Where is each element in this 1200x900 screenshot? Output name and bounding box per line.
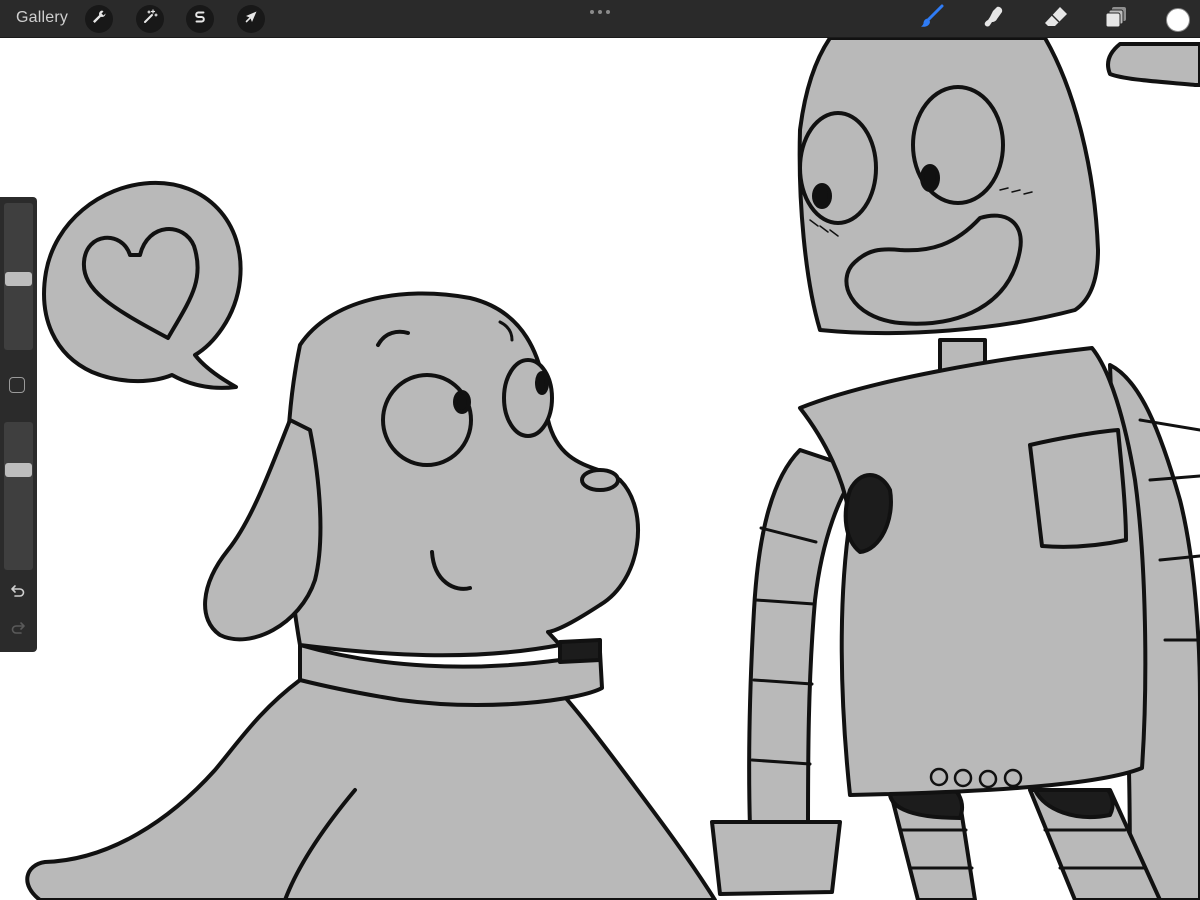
modifier-button[interactable]: [9, 377, 25, 393]
brush-size-slider-thumb[interactable]: [5, 272, 32, 286]
dog-body: [25, 668, 717, 900]
drawing-canvas[interactable]: [0, 38, 1200, 900]
undo-button[interactable]: [8, 584, 28, 602]
dog-left-eye: [381, 373, 473, 467]
layers-button[interactable]: [1102, 5, 1132, 33]
selection-s-icon: [192, 9, 208, 30]
toolbar-grip-icon[interactable]: [588, 4, 612, 22]
dog-right-eye: [502, 358, 554, 438]
smudge-tool-button[interactable]: [979, 5, 1009, 33]
redo-button[interactable]: [8, 621, 28, 639]
color-swatch-button[interactable]: [1166, 8, 1190, 32]
adjustments-button[interactable]: [136, 5, 164, 33]
transform-button[interactable]: [237, 5, 265, 33]
dog-ear: [203, 418, 323, 642]
left-sidebar: [0, 197, 37, 652]
layers-icon: [1104, 4, 1130, 35]
magic-wand-icon: [142, 8, 158, 30]
brush-tool-button[interactable]: [917, 4, 947, 35]
top-toolbar: Gallery: [0, 0, 1200, 38]
smudge-finger-icon: [981, 4, 1007, 35]
dog-nose: [580, 468, 620, 492]
selection-button[interactable]: [186, 5, 214, 33]
redo-icon: [10, 621, 26, 640]
opacity-slider[interactable]: [4, 422, 33, 570]
eraser-tool-button[interactable]: [1041, 5, 1071, 33]
robot-left-hand: [710, 820, 842, 896]
robot-body: [798, 346, 1148, 797]
wrench-icon: [91, 9, 107, 30]
eraser-icon: [1043, 4, 1069, 35]
brush-size-slider[interactable]: [4, 203, 33, 350]
partial-heart-shape: [1106, 42, 1200, 87]
undo-icon: [10, 584, 26, 603]
gallery-button[interactable]: Gallery: [16, 9, 68, 27]
brush-icon: [919, 4, 945, 35]
opacity-slider-thumb[interactable]: [5, 463, 32, 477]
arrow-cursor-icon: [243, 9, 259, 30]
robot-pocket: [1028, 428, 1128, 549]
robot-left-eye: [798, 111, 878, 225]
actions-button[interactable]: [85, 5, 113, 33]
artwork-illustration: [25, 38, 1200, 900]
